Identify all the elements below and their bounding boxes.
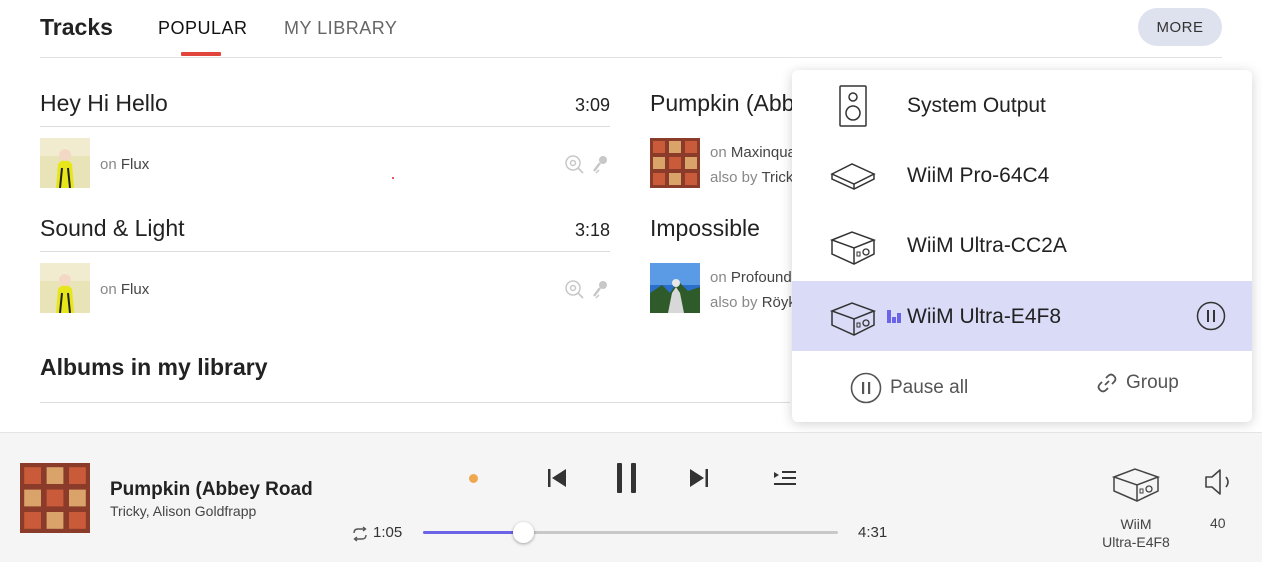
repeat-icon[interactable] bbox=[352, 526, 368, 542]
divider bbox=[40, 126, 610, 127]
device-item-wiim-ultra-e4f8[interactable]: WiiM Ultra-E4F8 bbox=[792, 281, 1252, 351]
microphone-icon[interactable] bbox=[592, 279, 610, 299]
wiim-ultra-icon bbox=[829, 231, 877, 265]
now-playing-title[interactable]: Pumpkin (Abbey Road bbox=[110, 479, 313, 501]
track-row[interactable]: Hey Hi Hello 3:09 on Flux bbox=[40, 90, 610, 190]
volume-level: 40 bbox=[1210, 515, 1226, 531]
album-art[interactable] bbox=[650, 263, 700, 313]
album-link[interactable]: Profound bbox=[731, 269, 792, 286]
track-duration: 3:09 bbox=[574, 95, 610, 115]
wiim-pro-icon bbox=[830, 163, 876, 190]
progress-bar[interactable] bbox=[423, 522, 838, 543]
player-bar: Pumpkin (Abbey Road Tricky, Alison Goldf… bbox=[0, 432, 1262, 562]
track-row[interactable]: Sound & Light 3:18 on Flux bbox=[40, 215, 610, 315]
device-name: WiiM Pro-64C4 bbox=[907, 164, 1050, 187]
divider bbox=[40, 402, 790, 403]
track-actions bbox=[564, 154, 610, 174]
tab-popular[interactable]: POPULAR bbox=[158, 18, 248, 39]
group-button[interactable]: Group bbox=[1096, 372, 1179, 394]
track-actions bbox=[564, 279, 610, 299]
track-also-by-line: also by Tricky bbox=[710, 169, 801, 186]
device-name: WiiM Ultra-E4F8 bbox=[907, 305, 1062, 328]
pause-circle-icon bbox=[850, 372, 882, 404]
track-album-line: on Flux bbox=[100, 281, 150, 298]
device-item-wiim-pro-64c4[interactable]: WiiM Pro-64C4 bbox=[792, 140, 1252, 210]
device-menu: System Output WiiM Pro-64C4 WiiM Ultra-C… bbox=[792, 70, 1252, 422]
speaker-icon bbox=[839, 85, 867, 127]
link-icon bbox=[1097, 373, 1117, 393]
track-title[interactable]: Hey Hi Hello bbox=[40, 90, 168, 117]
status-dot bbox=[469, 474, 478, 483]
tab-my-library[interactable]: MY LIBRARY bbox=[284, 18, 397, 39]
top-bar: Tracks POPULAR MY LIBRARY MORE bbox=[40, 0, 1222, 58]
now-playing-artist[interactable]: Tricky, Alison Goldfrapp bbox=[110, 503, 256, 519]
next-track-icon[interactable] bbox=[688, 467, 710, 489]
album-art[interactable] bbox=[650, 138, 700, 188]
page-title: Tracks bbox=[40, 14, 113, 40]
track-album-line: on Profound bbox=[710, 269, 792, 286]
pause-device-icon[interactable] bbox=[1196, 301, 1226, 331]
radio-search-icon[interactable] bbox=[564, 154, 584, 174]
track-title[interactable]: Sound & Light bbox=[40, 215, 185, 242]
device-item-wiim-ultra-cc2a[interactable]: WiiM Ultra-CC2A bbox=[792, 210, 1252, 280]
album-art[interactable] bbox=[40, 263, 90, 313]
stray-dot bbox=[392, 177, 394, 179]
track-title[interactable]: Impossible bbox=[650, 215, 760, 242]
queue-icon[interactable] bbox=[773, 469, 797, 487]
track-album-line: on Flux bbox=[100, 156, 150, 173]
previous-track-icon[interactable] bbox=[546, 467, 568, 489]
wiim-ultra-icon bbox=[829, 302, 877, 336]
microphone-icon[interactable] bbox=[592, 154, 610, 174]
total-time: 4:31 bbox=[858, 524, 888, 541]
now-playing-album-art[interactable] bbox=[20, 463, 90, 533]
album-link[interactable]: Flux bbox=[121, 281, 149, 298]
track-duration: 3:18 bbox=[574, 220, 610, 240]
wiim-ultra-icon[interactable] bbox=[1110, 463, 1162, 505]
more-button[interactable]: MORE bbox=[1138, 8, 1222, 46]
progress-fill bbox=[423, 531, 523, 534]
pause-all-button[interactable]: Pause all bbox=[850, 372, 968, 404]
section-title-albums: Albums in my library bbox=[40, 354, 268, 380]
elapsed-time: 1:05 bbox=[373, 524, 403, 541]
device-name: WiiM Ultra-CC2A bbox=[907, 234, 1067, 257]
output-device-name[interactable]: WiiM Ultra-E4F8 bbox=[1086, 515, 1186, 551]
divider bbox=[40, 251, 610, 252]
active-tab-indicator bbox=[181, 52, 221, 56]
device-item-system-output[interactable]: System Output bbox=[792, 70, 1252, 140]
album-art[interactable] bbox=[40, 138, 90, 188]
progress-handle[interactable] bbox=[512, 522, 534, 543]
pause-icon[interactable] bbox=[613, 461, 641, 495]
group-label: Group bbox=[1126, 372, 1179, 393]
album-link[interactable]: Flux bbox=[121, 156, 149, 173]
radio-search-icon[interactable] bbox=[564, 279, 584, 299]
pause-all-label: Pause all bbox=[890, 377, 969, 398]
volume-icon[interactable] bbox=[1203, 467, 1237, 497]
device-name: System Output bbox=[907, 94, 1046, 117]
now-playing-equalizer-icon bbox=[887, 310, 901, 323]
device-menu-footer: Pause all Group bbox=[792, 352, 1252, 422]
